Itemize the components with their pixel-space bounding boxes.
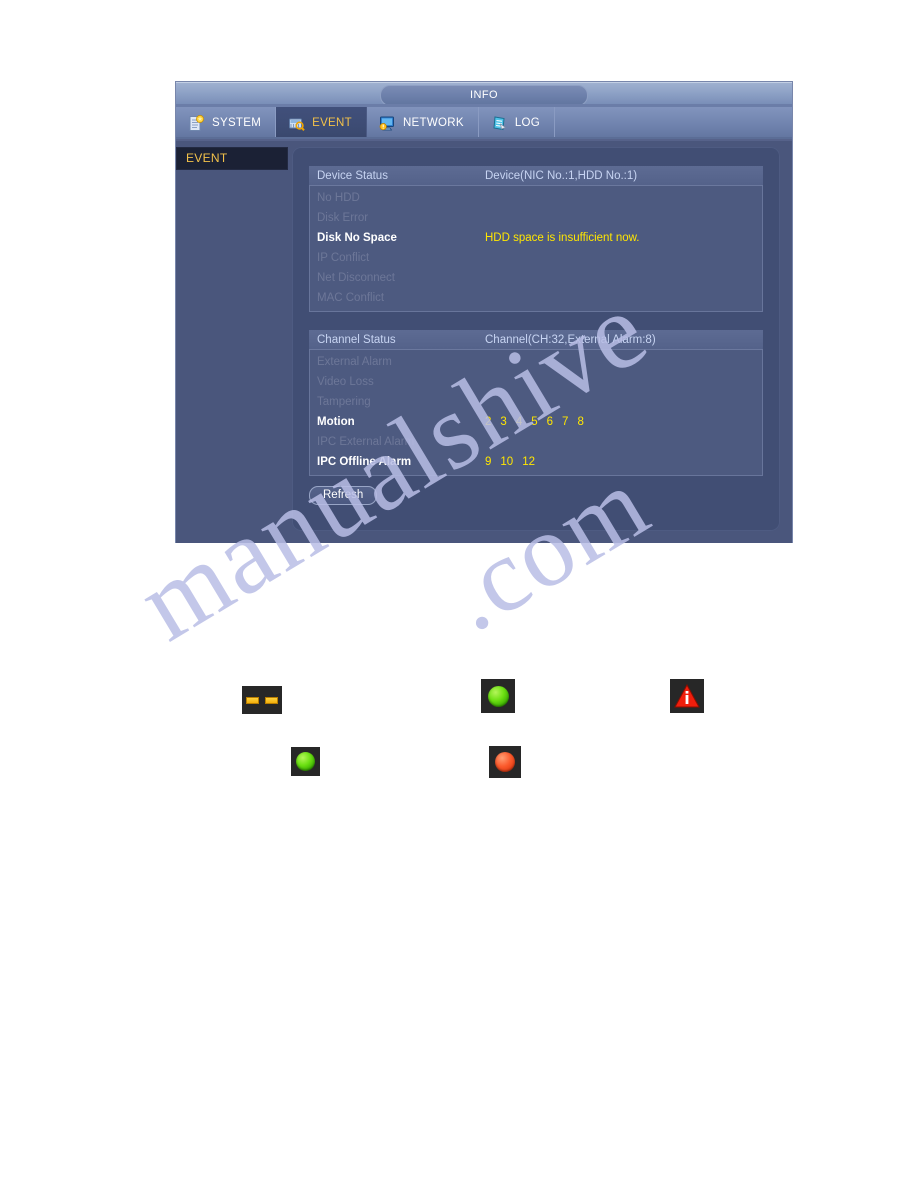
table-row: IP Conflict bbox=[309, 248, 763, 268]
window-titlebar: INFO bbox=[176, 82, 792, 107]
row-label: Motion bbox=[317, 416, 355, 428]
channel-status-header-right: Channel(CH:32,External Alarm:8) bbox=[485, 333, 656, 346]
sidebar-item-event[interactable]: EVENT bbox=[176, 147, 288, 170]
event-panel: Device Status Device(NIC No.:1,HDD No.:1… bbox=[292, 147, 780, 531]
row-label: External Alarm bbox=[317, 356, 392, 368]
row-label: Video Loss bbox=[317, 376, 374, 388]
table-row: IPC External Alarm bbox=[309, 432, 763, 452]
row-label: No HDD bbox=[317, 192, 360, 204]
event-icon bbox=[288, 115, 305, 132]
row-label: IPC External Alarm bbox=[317, 436, 415, 448]
system-icon bbox=[188, 114, 205, 132]
channel-status-table: Channel Status Channel(CH:32,External Al… bbox=[309, 330, 763, 476]
channel-number: 4 bbox=[515, 416, 523, 428]
table-row: External Alarm bbox=[309, 352, 763, 372]
green-circle-small-glyph bbox=[296, 752, 315, 771]
info-window: INFO SYSTEM EVENT NETWORK LOG EVENT Devi… bbox=[176, 82, 792, 543]
row-label: IPC Offline Alarm bbox=[317, 456, 412, 468]
tab-system-label: SYSTEM bbox=[212, 117, 262, 129]
device-status-header-right: Device(NIC No.:1,HDD No.:1) bbox=[485, 169, 638, 182]
red-warning-triangle-icon bbox=[670, 679, 704, 713]
channel-status-header-left: Channel Status bbox=[317, 333, 396, 346]
table-row: Net Disconnect bbox=[309, 268, 763, 288]
tab-system[interactable]: SYSTEM bbox=[176, 107, 277, 139]
device-status-header: Device Status Device(NIC No.:1,HDD No.:1… bbox=[309, 166, 763, 186]
green-circle-glyph bbox=[487, 685, 509, 707]
channel-number: 6 bbox=[546, 416, 554, 428]
table-row: Disk No Space HDD space is insufficient … bbox=[309, 228, 763, 248]
tab-bar: SYSTEM EVENT NETWORK LOG bbox=[176, 107, 792, 139]
tab-log[interactable]: LOG bbox=[479, 107, 555, 139]
channel-status-rows: External Alarm Video Loss Tampering Moti… bbox=[309, 350, 763, 476]
sidebar-item-event-label: EVENT bbox=[186, 151, 228, 165]
tab-log-label: LOG bbox=[514, 117, 540, 129]
tab-bar-filler bbox=[555, 107, 792, 139]
dashes-glyph bbox=[246, 696, 278, 704]
table-row: IPC Offline Alarm 9 10 12 bbox=[309, 452, 763, 472]
channel-number: 7 bbox=[562, 416, 569, 428]
channel-number: 5 bbox=[531, 416, 538, 428]
tab-network[interactable]: NETWORK bbox=[367, 107, 479, 139]
tab-network-label: NETWORK bbox=[402, 117, 464, 129]
table-row: Tampering bbox=[309, 392, 763, 412]
row-value: HDD space is insufficient now. bbox=[485, 232, 640, 244]
table-row: Motion 2345678 bbox=[309, 412, 763, 432]
dashes-icon bbox=[242, 686, 282, 714]
page-title: INFO bbox=[380, 85, 588, 106]
channel-number: 2 bbox=[485, 416, 492, 428]
sidebar: EVENT bbox=[176, 139, 288, 543]
row-label: Disk No Space bbox=[317, 232, 397, 244]
tab-event[interactable]: EVENT bbox=[276, 107, 367, 139]
table-row: No HDD bbox=[309, 188, 763, 208]
channel-number: 3 bbox=[500, 416, 507, 428]
row-label: Tampering bbox=[317, 396, 371, 408]
channel-number: 10 bbox=[500, 456, 514, 468]
panel-spacer bbox=[309, 312, 763, 330]
green-circle-icon bbox=[481, 679, 515, 713]
log-icon bbox=[491, 115, 508, 132]
channel-status-header: Channel Status Channel(CH:32,External Al… bbox=[309, 330, 763, 350]
row-label: Disk Error bbox=[317, 212, 369, 224]
row-label: Net Disconnect bbox=[317, 272, 395, 284]
tab-event-label: EVENT bbox=[312, 117, 352, 129]
row-label: MAC Conflict bbox=[317, 292, 385, 304]
channel-number: 9 bbox=[485, 456, 492, 468]
device-status-rows: No HDD Disk Error Disk No Space HDD spac… bbox=[309, 186, 763, 312]
table-row: Disk Error bbox=[309, 208, 763, 228]
device-status-header-left: Device Status bbox=[317, 169, 388, 182]
table-row: MAC Conflict bbox=[309, 288, 763, 308]
table-row: Video Loss bbox=[309, 372, 763, 392]
channel-number: 12 bbox=[522, 456, 535, 468]
device-status-table: Device Status Device(NIC No.:1,HDD No.:1… bbox=[309, 166, 763, 312]
red-circle-icon bbox=[489, 746, 521, 778]
row-label: IP Conflict bbox=[317, 252, 370, 264]
network-icon bbox=[379, 115, 396, 132]
green-circle-small-icon bbox=[291, 747, 320, 776]
refresh-button[interactable]: Refresh bbox=[309, 486, 378, 505]
window-content: EVENT Device Status Device(NIC No.:1,HDD… bbox=[176, 139, 792, 543]
red-circle-glyph bbox=[495, 752, 515, 772]
row-channels: 2345678 bbox=[485, 416, 584, 428]
channel-number: 8 bbox=[577, 416, 584, 428]
row-channels: 9 10 12 bbox=[485, 456, 535, 468]
warning-triangle-glyph bbox=[674, 684, 700, 708]
